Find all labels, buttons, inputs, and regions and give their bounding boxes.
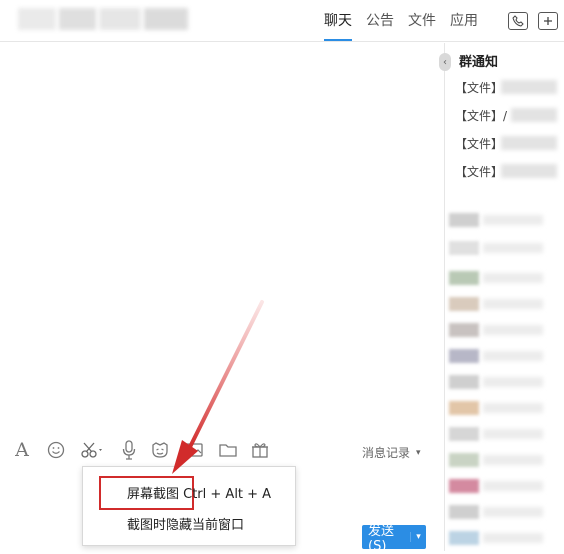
blurred-text [483, 299, 543, 309]
blurred-text [501, 136, 557, 150]
blurred-text [483, 507, 543, 517]
member-list [445, 193, 564, 551]
blurred-text [511, 108, 557, 122]
send-label: 发送(S) [368, 524, 395, 554]
phone-call-icon[interactable] [508, 12, 528, 30]
avatar [449, 349, 479, 363]
avatar [449, 401, 479, 415]
avatar [449, 213, 479, 227]
message-history-button[interactable]: 消息记录 ▾ [362, 444, 421, 461]
blurred-text [501, 80, 557, 94]
chevron-down-icon: ▾ [416, 447, 421, 458]
blurred-text [483, 455, 543, 465]
blurred-text [501, 164, 557, 178]
group-title-blurred [18, 8, 188, 30]
blurred-text [483, 351, 543, 361]
notice-item[interactable]: 【文件】/ [455, 107, 507, 124]
avatar [449, 531, 479, 545]
screenshot-dropdown-menu: 屏幕截图 Ctrl + Alt + A 截图时隐藏当前窗口 [82, 466, 296, 546]
right-sidebar: ‹ 群通知 【文件】 【文件】/ 【文件】 【文件】 [439, 43, 564, 551]
menu-item-hide-window[interactable]: 截图时隐藏当前窗口 [127, 514, 244, 533]
microphone-icon[interactable] [120, 438, 138, 462]
tab-chat[interactable]: 聊天 [324, 12, 352, 41]
blurred-text [483, 481, 543, 491]
avatar [449, 453, 479, 467]
blurred-text [483, 533, 543, 543]
notice-item[interactable]: 【文件】 [455, 135, 503, 152]
font-style-icon[interactable]: A [14, 438, 30, 462]
notice-item[interactable]: 【文件】 [455, 79, 503, 96]
input-toolbar: A 消息记录 ▾ [0, 430, 444, 470]
blurred-text [483, 215, 543, 225]
screenshot-scissors-icon[interactable] [78, 438, 108, 462]
blurred-text [483, 403, 543, 413]
group-notice-title: 群通知 [459, 55, 499, 70]
avatar [449, 375, 479, 389]
add-plus-icon[interactable] [538, 12, 558, 30]
notice-item[interactable]: 【文件】 [455, 163, 503, 180]
tab-app[interactable]: 应用 [450, 12, 478, 41]
tab-bar: 聊天 公告 文件 应用 [324, 12, 478, 41]
avatar [449, 271, 479, 285]
avatar [449, 505, 479, 519]
avatar [449, 479, 479, 493]
image-picture-icon[interactable] [184, 438, 204, 462]
avatar [449, 323, 479, 337]
avatar [449, 297, 479, 311]
avatar [449, 241, 479, 255]
folder-icon[interactable] [218, 438, 238, 462]
gift-app-icon[interactable] [250, 438, 270, 462]
tab-notice[interactable]: 公告 [366, 12, 394, 41]
emoji-smile-icon[interactable] [46, 438, 66, 462]
tab-file[interactable]: 文件 [408, 12, 436, 41]
collapse-chevron-icon[interactable]: ‹ [439, 53, 451, 71]
blurred-text [483, 243, 543, 253]
chat-message-area[interactable] [0, 43, 444, 425]
top-bar: 聊天 公告 文件 应用 [0, 0, 564, 42]
send-options-chevron-icon[interactable]: ▾ [410, 532, 426, 542]
message-history-label: 消息记录 [362, 446, 411, 460]
blurred-text [483, 273, 543, 283]
magic-face-icon[interactable] [150, 438, 170, 462]
send-button[interactable]: 发送(S) ▾ [362, 524, 426, 554]
blurred-text [483, 429, 543, 439]
blurred-text [483, 325, 543, 335]
menu-item-screen-capture[interactable]: 屏幕截图 Ctrl + Alt + A [127, 483, 271, 502]
avatar [449, 427, 479, 441]
blurred-text [483, 377, 543, 387]
